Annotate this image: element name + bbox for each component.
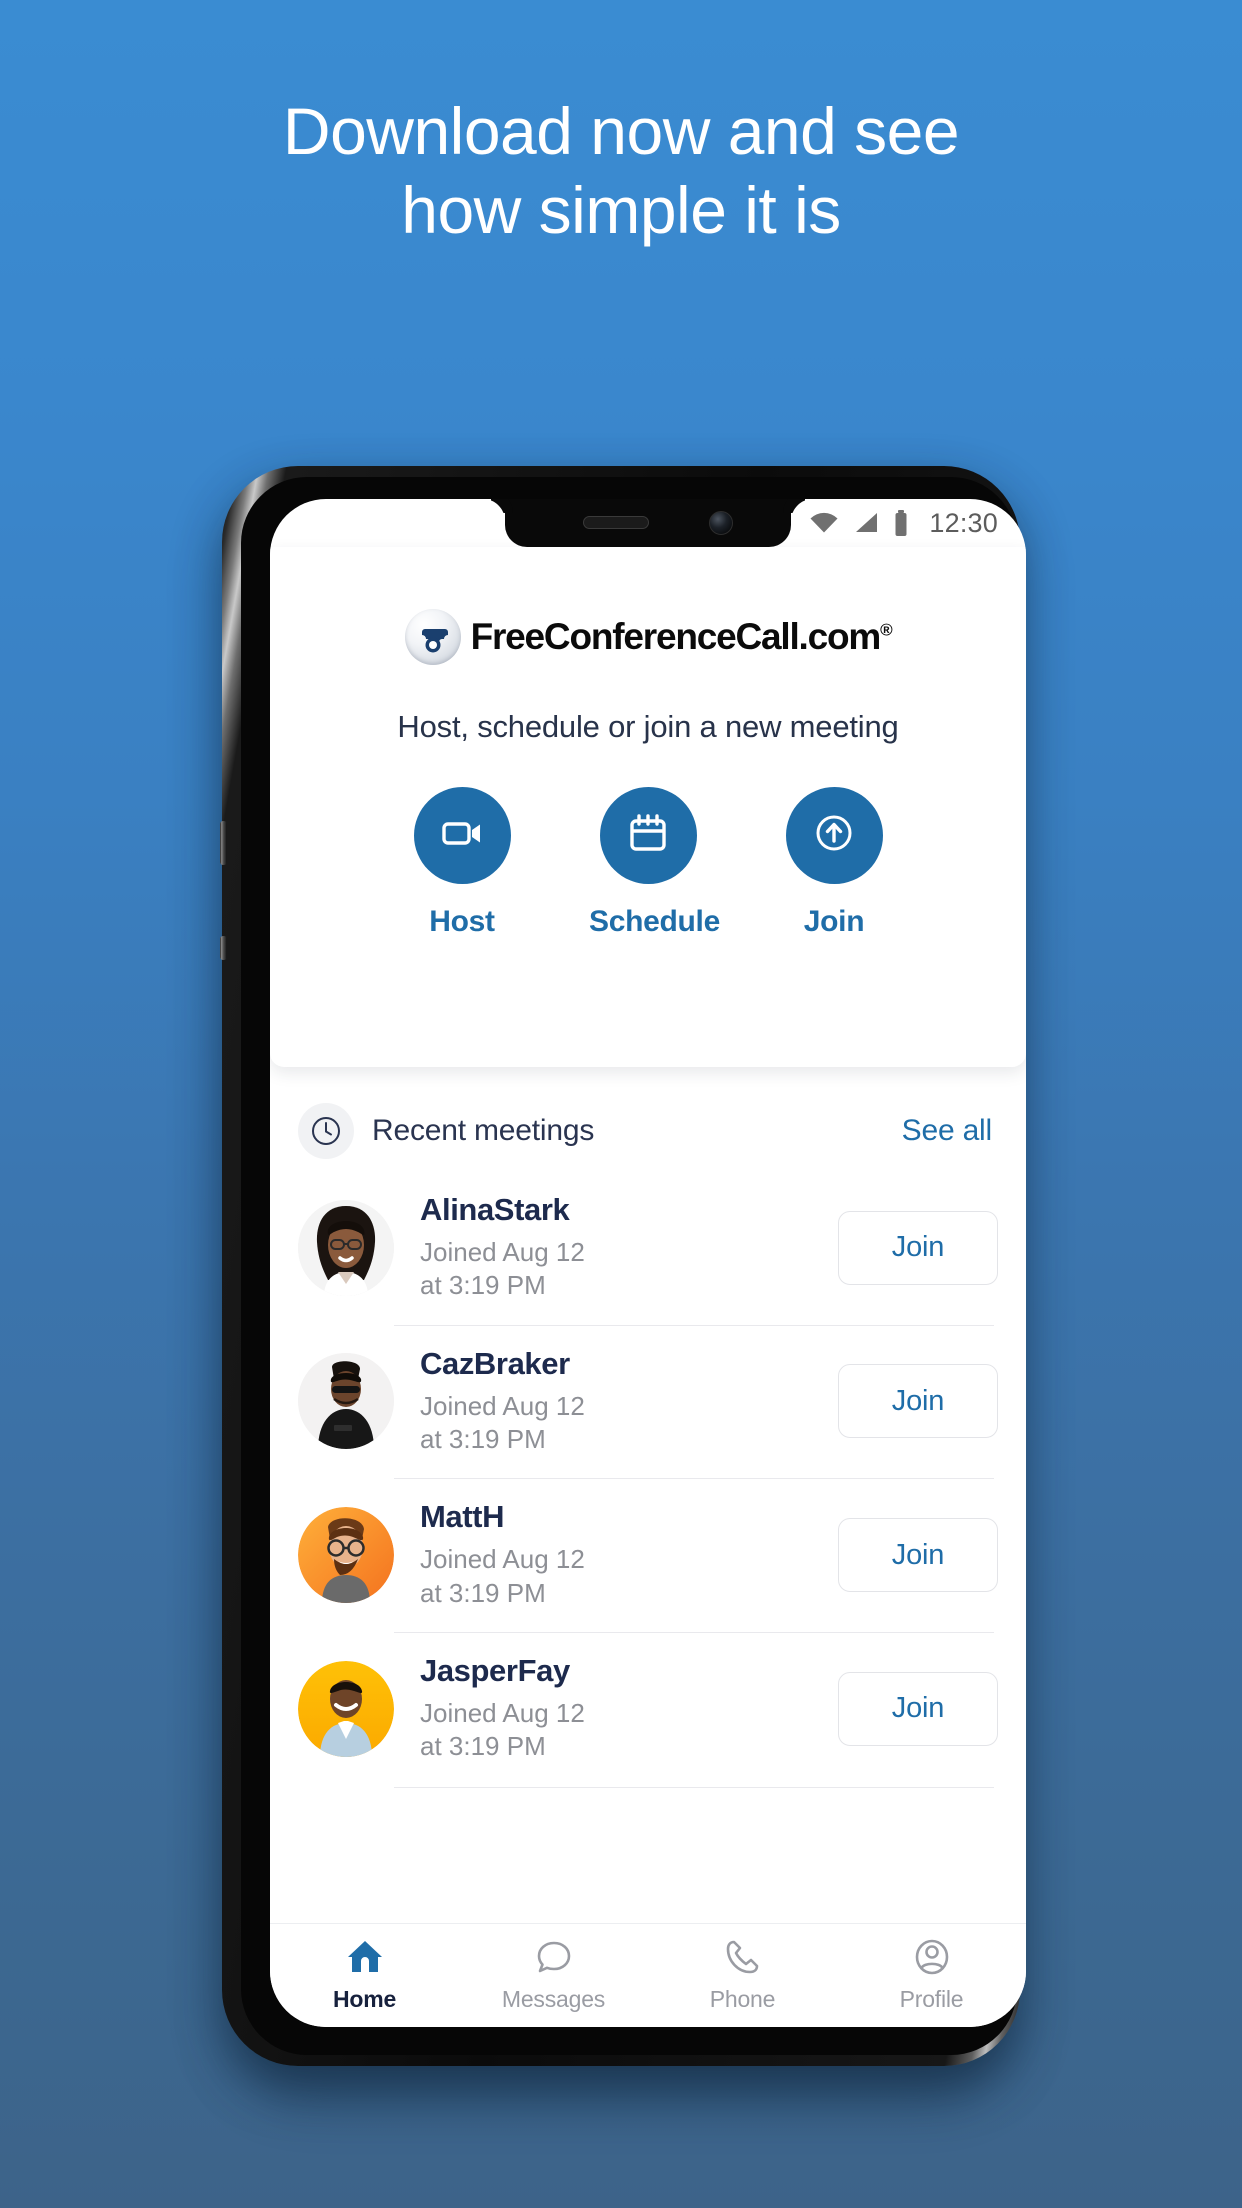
left-side-button[interactable]	[220, 821, 227, 865]
left-side-button-secondary[interactable]	[220, 936, 227, 960]
action-join[interactable]: Join	[775, 787, 893, 939]
schedule-label: Schedule	[589, 905, 720, 938]
meeting-info: MattH Joined Aug 12 at 3:19 PM	[420, 1500, 838, 1610]
action-host[interactable]: Host	[403, 787, 521, 939]
meeting-info: JasperFay Joined Aug 12 at 3:19 PM	[420, 1652, 838, 1764]
join-button[interactable]: Join	[838, 1518, 998, 1593]
meeting-time: at 3:19 PM	[420, 1731, 546, 1762]
registered-mark: ®	[880, 620, 893, 640]
calendar-icon	[623, 808, 673, 863]
avatar	[298, 1507, 394, 1604]
earpiece-speaker-icon	[583, 516, 649, 529]
meeting-info: CazBraker Joined Aug 12 at 3:19 PM	[420, 1345, 838, 1457]
battery-icon	[893, 509, 909, 537]
video-camera-icon	[437, 808, 487, 863]
phone-frame: 12:30 FreeConferenceCall.com® Host, sche…	[220, 466, 1026, 2066]
hero-headline: Download now and see how simple it is	[0, 92, 1242, 250]
phone-notch	[505, 499, 791, 547]
action-schedule[interactable]: Schedule	[589, 787, 720, 939]
nav-item-profile[interactable]: Profile	[837, 1938, 1026, 2013]
avatar	[298, 1199, 394, 1296]
nav-label-messages: Messages	[501, 1986, 606, 2012]
join-button[interactable]: Join	[838, 1671, 998, 1746]
nav-item-messages[interactable]: Messages	[459, 1938, 648, 2013]
meeting-name: AlinaStark	[420, 1192, 570, 1227]
join-button[interactable]: Join	[838, 1364, 998, 1439]
see-all-link[interactable]: See all	[902, 1114, 993, 1148]
bottom-navigation: Home Messages Phone Profile	[270, 1923, 1026, 2027]
meeting-row[interactable]: JasperFay Joined Aug 12 at 3:19 PM Join	[298, 1631, 998, 1788]
host-label: Host	[429, 905, 495, 938]
profile-person-icon	[912, 1938, 952, 1981]
recent-meetings-header: Recent meetings See all	[270, 1069, 1026, 1159]
meeting-row[interactable]: AlinaStark Joined Aug 12 at 3:19 PM Join	[298, 1171, 998, 1325]
recent-meetings-list: AlinaStark Joined Aug 12 at 3:19 PM Join	[270, 1171, 1026, 1788]
meeting-name: CazBraker	[420, 1345, 570, 1381]
meeting-row[interactable]: MattH Joined Aug 12 at 3:19 PM Join	[298, 1478, 998, 1632]
recent-meetings-title: Recent meetings	[372, 1114, 595, 1147]
meeting-time: at 3:19 PM	[420, 1270, 546, 1301]
schedule-button[interactable]	[599, 787, 697, 884]
join-action-button[interactable]	[785, 787, 883, 884]
phone-handset-icon	[723, 1938, 763, 1981]
app-logo: FreeConferenceCall.com®	[270, 609, 1026, 665]
meeting-time: at 3:19 PM	[420, 1577, 546, 1608]
host-button[interactable]	[413, 787, 511, 884]
status-bar-clock: 12:30	[929, 507, 998, 538]
headline-line-2: how simple it is	[401, 173, 841, 248]
phone-mockup: 12:30 FreeConferenceCall.com® Host, sche…	[214, 466, 1028, 2104]
meeting-joined: Joined Aug 12	[420, 1237, 585, 1268]
nav-item-home[interactable]: Home	[270, 1938, 459, 2013]
join-action-label: Join	[803, 905, 865, 938]
headline-line-1: Download now and see	[282, 94, 960, 168]
nav-label-phone: Phone	[709, 1986, 776, 2012]
home-icon	[345, 1938, 385, 1981]
clock-icon	[298, 1103, 354, 1159]
app-logo-text: FreeConferenceCall.com®	[470, 616, 893, 657]
quick-actions: Host Schedule Join	[270, 787, 1026, 939]
app-header-card: FreeConferenceCall.com® Host, schedule o…	[270, 547, 1026, 1067]
signal-icon	[853, 511, 879, 535]
nav-item-phone[interactable]: Phone	[648, 1938, 837, 2013]
join-button[interactable]: Join	[838, 1210, 998, 1285]
nav-label-profile: Profile	[899, 1986, 964, 2012]
front-camera-icon	[709, 511, 733, 535]
meeting-joined: Joined Aug 12	[420, 1390, 585, 1421]
recent-meetings-section: Recent meetings See all AlinaStark Joine…	[270, 1069, 1026, 1923]
message-bubble-icon	[534, 1938, 574, 1981]
avatar	[298, 1353, 394, 1450]
meeting-row[interactable]: CazBraker Joined Aug 12 at 3:19 PM Join	[298, 1324, 998, 1479]
meeting-joined: Joined Aug 12	[420, 1697, 585, 1728]
telephone-badge-icon	[404, 609, 461, 665]
meeting-joined: Joined Aug 12	[420, 1544, 585, 1575]
meeting-time: at 3:19 PM	[420, 1423, 546, 1454]
wifi-icon	[809, 511, 839, 535]
arrow-up-circle-icon	[809, 808, 859, 863]
avatar	[298, 1660, 394, 1757]
meeting-name: JasperFay	[420, 1652, 570, 1688]
phone-screen: 12:30 FreeConferenceCall.com® Host, sche…	[270, 499, 1026, 2027]
meeting-info: AlinaStark Joined Aug 12 at 3:19 PM	[420, 1192, 838, 1303]
phone-bezel: 12:30 FreeConferenceCall.com® Host, sche…	[241, 477, 1026, 2055]
meeting-name: MattH	[420, 1499, 505, 1535]
nav-label-home: Home	[332, 1986, 397, 2012]
app-subtitle: Host, schedule or join a new meeting	[397, 709, 899, 744]
